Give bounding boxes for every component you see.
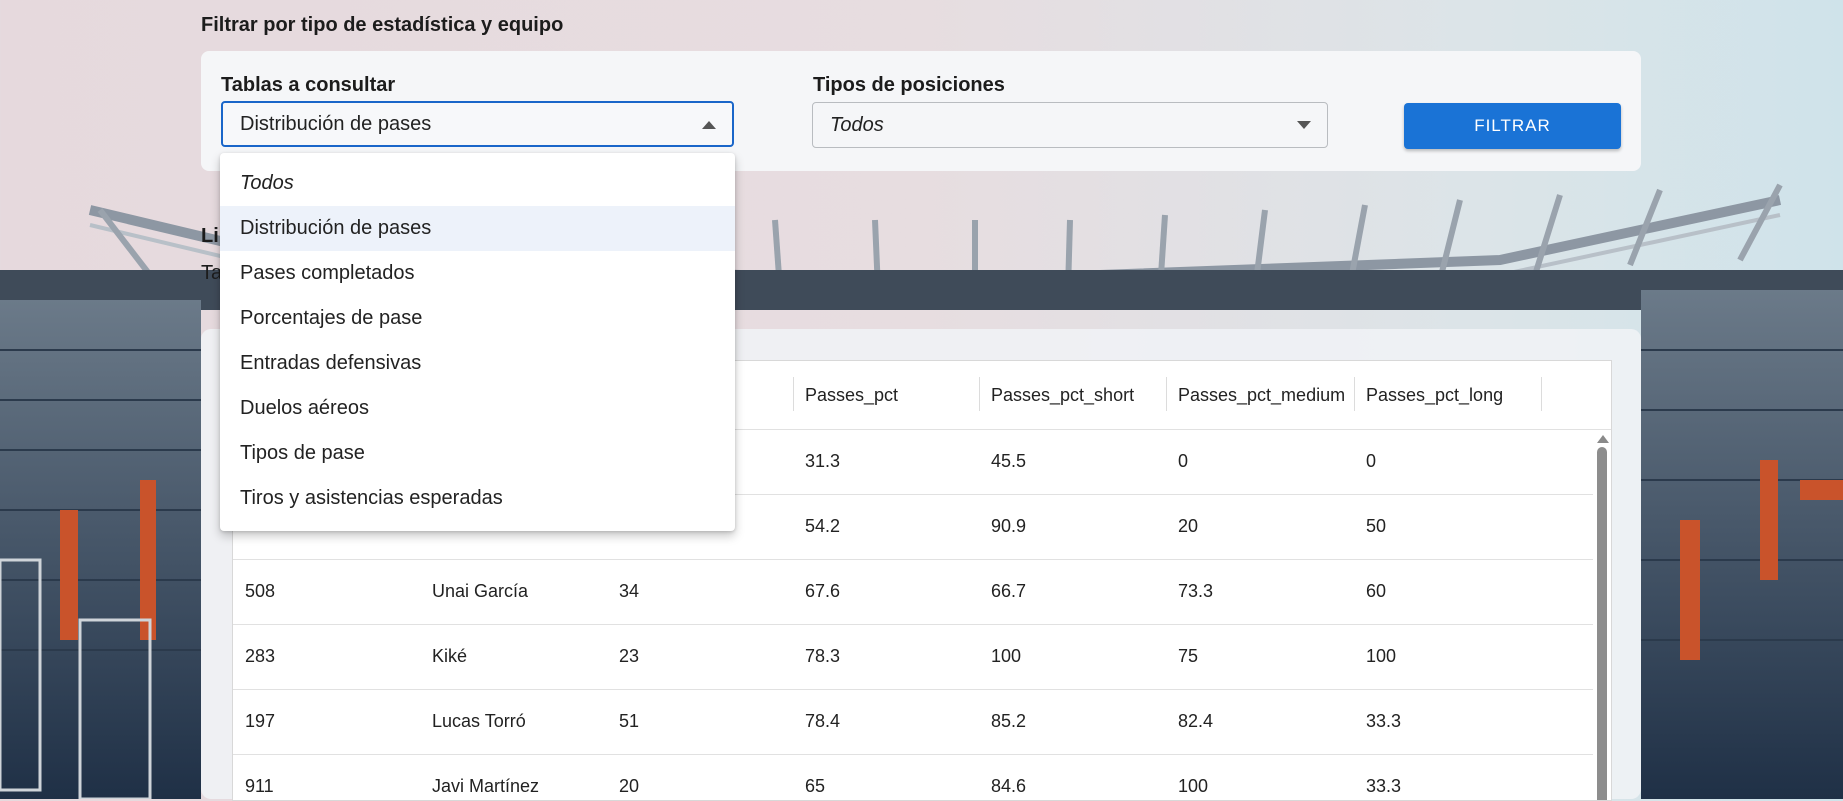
cell-player: Kiké [432,646,468,666]
tables-label: Tablas a consultar [221,74,396,96]
cell-passes-pct-medium: 0 [1178,451,1189,471]
column-separator [1541,377,1542,411]
cell-passes-pct: 67.6 [805,581,841,601]
list-heading-fragment: Li [201,225,219,247]
dropdown-option-duelos-aereos[interactable]: Duelos aéreos [220,386,735,431]
cell-passes-pct-long: 60 [1366,581,1387,601]
table-row[interactable]: 911 Javi Martínez 20 65 84.6 100 33.3 [233,754,1593,800]
cell-passes-pct-medium: 20 [1178,516,1199,536]
positions-select[interactable]: Todos [812,102,1328,148]
vertical-scrollbar[interactable] [1595,433,1609,800]
dropdown-option-pases-completados[interactable]: Pases completados [220,251,735,296]
table-row[interactable]: 508 Unai García 34 67.6 66.7 73.3 60 [233,559,1593,625]
dropdown-option-distribucion-de-pases[interactable]: Distribución de pases [220,206,735,251]
cell-passes-pct-medium: 73.3 [1178,581,1214,601]
column-header-passes-pct-medium[interactable]: Passes_pct_medium [1166,361,1354,429]
table-subtitle-fragment: Ta [201,262,223,284]
cell-passes-pct-medium: 75 [1178,646,1199,666]
cell-passes-pct-short: 66.7 [991,581,1027,601]
cell-passes-pct-long: 100 [1366,646,1397,666]
cell-passes-pct: 31.3 [805,451,841,471]
cell-passes-pct-short: 85.2 [991,711,1027,731]
dropdown-option-entradas-defensivas[interactable]: Entradas defensivas [220,341,735,386]
cell-id: 283 [245,646,276,666]
cell-player: Unai García [432,581,529,601]
filter-button[interactable]: FILTRAR [1404,103,1621,149]
table-row[interactable]: 283 Kiké 23 78.3 100 75 100 [233,624,1593,690]
column-header-passes-pct-long[interactable]: Passes_pct_long [1354,361,1541,429]
dropdown-option-tipos-de-pase[interactable]: Tipos de pase [220,431,735,476]
tables-select-value: Distribución de pases [240,112,432,135]
positions-select-value: Todos [830,113,884,136]
cell-player: Lucas Torró [432,711,526,731]
table-row[interactable]: 197 Lucas Torró 51 78.4 85.2 82.4 33.3 [233,689,1593,755]
positions-label: Tipos de posiciones [813,74,1005,96]
column-header-passes-pct-short[interactable]: Passes_pct_short [979,361,1166,429]
cell-passes-pct: 65 [805,776,826,796]
cell-passes-pct-short: 45.5 [991,451,1027,471]
cell-passes-pct-medium: 82.4 [1178,711,1214,731]
cell-passes-pct: 78.3 [805,646,841,666]
cell-id: 508 [245,581,276,601]
cell-passes-pct: 54.2 [805,516,841,536]
cell-passes-pct-long: 33.3 [1366,711,1402,731]
cell-passes-pct: 78.4 [805,711,841,731]
dropdown-option-porcentajes-de-pase[interactable]: Porcentajes de pase [220,296,735,341]
dropdown-option-tiros-y-asistencias[interactable]: Tiros y asistencias esperadas [220,476,735,521]
cell-id: 197 [245,711,276,731]
filter-section-title: Filtrar por tipo de estadística y equipo [201,14,564,36]
cell-passes-pct-short: 90.9 [991,516,1027,536]
cell-passes: 20 [619,776,640,796]
cell-id: 911 [245,776,274,796]
tables-dropdown-menu: Todos Distribución de pases Pases comple… [220,153,735,531]
cell-passes: 51 [619,711,640,731]
chevron-down-icon[interactable] [1297,121,1311,129]
scrollbar-thumb[interactable] [1597,447,1607,800]
tables-select[interactable]: Distribución de pases [221,101,734,147]
cell-passes: 34 [619,581,640,601]
cell-passes-pct-long: 33.3 [1366,776,1402,796]
cell-passes-pct-short: 100 [991,646,1022,666]
chevron-up-icon[interactable] [702,121,716,129]
cell-passes: 23 [619,646,640,666]
dropdown-option-todos[interactable]: Todos [220,161,735,206]
column-header-passes-pct[interactable]: Passes_pct [793,361,979,429]
cell-passes-pct-long: 50 [1366,516,1387,536]
cell-player: Javi Martínez [432,776,540,796]
cell-passes-pct-short: 84.6 [991,776,1027,796]
cell-passes-pct-medium: 100 [1178,776,1209,796]
scroll-up-arrow-icon[interactable] [1597,435,1609,443]
cell-passes-pct-long: 0 [1366,451,1377,471]
